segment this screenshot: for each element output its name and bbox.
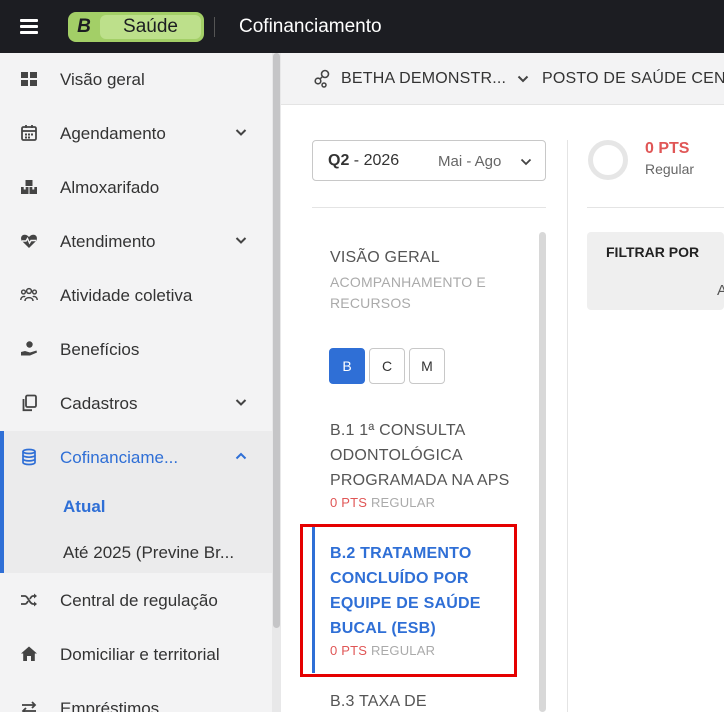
dashboard-icon	[21, 72, 37, 86]
sidebar-item-cofinanciamento[interactable]: Cofinanciame...	[0, 431, 272, 485]
tab-b[interactable]: B	[329, 348, 365, 384]
highlight-annotation	[300, 524, 517, 677]
chevron-down-icon[interactable]	[235, 127, 247, 137]
sidebar-item-label: Empréstimos	[60, 699, 160, 712]
score-status: Regular	[645, 161, 695, 177]
sidebar-item-central-regulacao[interactable]: Central de regulação	[0, 574, 272, 628]
calendar-icon	[21, 125, 37, 141]
sidebar-item-label: Atividade coletiva	[60, 286, 193, 305]
score-points: 0 PTS	[645, 140, 690, 157]
sidebar-item-label: Cofinanciame...	[60, 448, 179, 467]
app-logo[interactable]: B Saúde	[68, 12, 204, 42]
sidebar-item-agendamento[interactable]: Agendamento	[0, 107, 272, 161]
filter-panel: FILTRAR POR A	[587, 232, 724, 310]
header-divider	[214, 17, 215, 37]
sidebar-item-label: Agendamento	[60, 124, 166, 143]
quarter-select[interactable]: Q2 - 2026 Mai - Ago	[312, 140, 546, 181]
sidebar-item-label: Benefícios	[60, 340, 140, 359]
shuffle-icon	[21, 593, 37, 607]
sidebar-item-almoxarifado[interactable]: Almoxarifado	[0, 161, 272, 215]
unit-selector[interactable]: POSTO DE SAÚDE CEN	[542, 70, 724, 88]
page-title: Cofinanciamento	[239, 16, 382, 37]
filter-panel-title: FILTRAR POR	[606, 244, 700, 260]
menu-icon[interactable]	[20, 19, 38, 34]
database-icon	[22, 448, 36, 466]
indicator-item-b3[interactable]: B.3 TAXA DE	[330, 689, 530, 712]
component-tabs: B C M	[329, 348, 445, 384]
sidebar-item-atendimento[interactable]: Atendimento	[0, 215, 272, 269]
logo-name: Saúde	[100, 15, 201, 39]
chevron-down-icon	[520, 158, 532, 166]
exchange-icon	[21, 701, 37, 712]
top-bar: B Saúde Cofinanciamento	[0, 0, 724, 53]
sidebar-item-cadastros[interactable]: Cadastros	[0, 377, 272, 431]
sidebar-item-label: Cadastros	[60, 394, 138, 413]
sidebar-item-domiciliar[interactable]: Domiciliar e territorial	[0, 628, 272, 682]
sidebar: Visão geral Agendamento Almoxarifado Ate…	[0, 53, 272, 712]
list-heading[interactable]: VISÃO GERAL	[330, 249, 440, 267]
sidebar-item-label: Visão geral	[60, 70, 145, 89]
chevron-down-icon[interactable]	[235, 235, 247, 245]
chevron-down-icon[interactable]	[235, 397, 247, 407]
sidebar-item-visao-geral[interactable]: Visão geral	[0, 53, 272, 107]
tab-m[interactable]: M	[409, 348, 445, 384]
indicator-status: REGULAR	[370, 495, 436, 510]
divider	[587, 207, 724, 208]
sidebar-scrollbar-thumb[interactable]	[273, 53, 280, 628]
quarter-year: - 2026	[349, 152, 400, 169]
indicator-title: B.3 TAXA DE	[330, 693, 427, 710]
hand-holding-icon	[21, 341, 37, 356]
list-subheading: ACOMPANHAMENTO E RECURSOS	[330, 274, 486, 311]
divider	[312, 207, 546, 208]
sidebar-item-label: Central de regulação	[60, 591, 218, 610]
indicator-item-b1[interactable]: B.1 1ª CONSULTA ODONTOLÓGICA PROGRAMADA …	[330, 418, 530, 513]
indicator-title: B.1 1ª CONSULTA ODONTOLÓGICA PROGRAMADA …	[330, 422, 510, 489]
chevron-up-icon[interactable]	[235, 451, 247, 461]
people-group-icon	[20, 287, 38, 302]
network-icon	[314, 69, 330, 88]
sidebar-subitem-atual[interactable]: Atual	[63, 497, 106, 517]
sidebar-item-label: Atendimento	[60, 232, 156, 251]
sidebar-scrollbar[interactable]	[272, 53, 281, 712]
heart-pulse-icon	[21, 234, 37, 248]
entity-selector[interactable]: BETHA DEMONSTR...	[341, 70, 506, 88]
sidebar-item-label: Domiciliar e territorial	[60, 645, 220, 664]
sidebar-subitem-ate-2025[interactable]: Até 2025 (Previne Br...	[63, 543, 234, 563]
context-filter-bar: BETHA DEMONSTR... POSTO DE SAÚDE CEN	[281, 53, 724, 105]
home-icon	[21, 646, 37, 661]
sidebar-item-beneficios[interactable]: Benefícios	[0, 323, 272, 377]
indicator-points: 0 PTS	[330, 495, 368, 510]
filter-option-cut[interactable]: A	[717, 282, 724, 299]
quarter-code: Q2	[328, 152, 350, 169]
sidebar-item-emprestimos[interactable]: Empréstimos	[0, 682, 272, 712]
list-scrollbar[interactable]	[539, 232, 546, 712]
indicator-score: 0 PTS REGULAR	[330, 493, 530, 513]
tab-c[interactable]: C	[369, 348, 405, 384]
quarter-label: Q2 - 2026	[328, 152, 399, 170]
chevron-down-icon[interactable]	[517, 74, 529, 84]
quarter-range: Mai - Ago	[438, 153, 502, 170]
logo-letter: B	[77, 16, 91, 37]
score-progress-ring	[588, 140, 628, 180]
column-divider	[567, 140, 568, 712]
sidebar-item-atividade-coletiva[interactable]: Atividade coletiva	[0, 269, 272, 323]
copy-icon	[22, 394, 37, 412]
boxes-icon	[21, 180, 37, 194]
sidebar-item-label: Almoxarifado	[60, 178, 160, 197]
